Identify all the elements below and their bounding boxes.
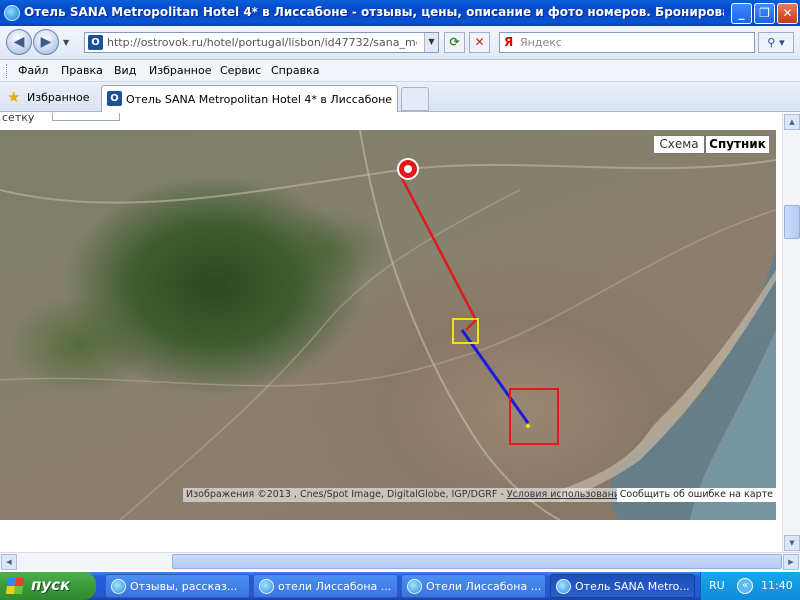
menu-favorites[interactable]: Избранное [149,64,211,77]
taskbar-item-label: отели Лиссабона ... [278,580,392,593]
site-favicon-icon: O [88,35,103,50]
address-bar: ◀ ▶ ▼ O http://ostrovok.ru/hotel/portuga… [0,26,800,60]
taskbar-item-label: Отель SANA Metro... [575,580,690,593]
start-label: пуск [31,576,71,594]
search-button[interactable]: ⚲ ▾ [758,32,794,53]
taskbar-item-label: Отели Лиссабона ... [426,580,542,593]
hotel-box-red[interactable] [509,388,559,445]
maximize-button[interactable]: ❐ [754,3,775,24]
menu-view[interactable]: Вид [114,64,136,77]
tab-active[interactable]: O Отель SANA Metropolitan Hotel 4* в Лис… [101,85,398,112]
windows-logo-icon [5,578,25,594]
menu-bar: Файл Правка Вид Избранное Сервис Справка [0,60,800,82]
system-tray: RU « 11:40 [700,572,800,600]
horizontal-scrollbar[interactable]: ◀ ▶ [0,552,800,570]
browser-window: Отель SANA Metropolitan Hotel 4* в Лисса… [0,0,800,572]
page-content: сетку Схема Спутник Изображения ©2013 , … [0,113,782,553]
taskbar-item[interactable]: Отзывы, рассказ... [105,574,250,598]
forward-button[interactable]: ▶ [33,29,59,55]
favorites-button[interactable]: Избранное [27,91,89,104]
history-dropdown-icon[interactable]: ▼ [63,38,69,47]
favorites-star-icon[interactable]: ★ [7,88,20,106]
close-button[interactable]: ✕ [777,3,798,24]
attribution-text: Изображения ©2013 , Cnes/Spot Image, Dig… [186,489,507,500]
page-text-fragment: сетку [2,113,35,124]
back-button[interactable]: ◀ [6,29,32,55]
new-tab-button[interactable] [401,87,429,111]
favorites-bar: ★ Избранное O Отель SANA Metropolitan Ho… [0,82,800,112]
url-text[interactable]: http://ostrovok.ru/hotel/portugal/lisbon… [107,36,417,49]
search-placeholder: Яндекс [520,36,562,49]
vertical-scroll-thumb[interactable] [784,205,800,239]
ie-icon [4,5,20,21]
url-field[interactable]: O http://ostrovok.ru/hotel/portugal/lisb… [84,32,439,53]
location-marker-icon[interactable] [397,158,419,180]
terms-link[interactable]: Условия использования [507,489,626,500]
hotel-dot-icon [526,424,530,428]
window-title: Отель SANA Metropolitan Hotel 4* в Лисса… [24,5,724,19]
map-overlay [0,130,776,520]
taskbar-item[interactable]: отели Лиссабона ... [253,574,398,598]
taskbar-item-label: Отзывы, рассказ... [130,580,238,593]
menu-edit[interactable]: Правка [61,64,103,77]
taskbar-item-active[interactable]: Отель SANA Metro... [550,574,695,598]
menu-tools[interactable]: Сервис [220,64,261,77]
satellite-map[interactable]: Схема Спутник Изображения ©2013 , Cnes/S… [0,130,776,520]
refresh-button[interactable]: ⟳ [444,32,465,53]
tab-favicon-icon: O [107,91,122,106]
url-dropdown-icon[interactable]: ▼ [424,33,438,52]
ie-icon [556,579,571,594]
tab-title: Отель SANA Metropolitan Hotel 4* в Лисса… [126,93,394,106]
scroll-right-icon[interactable]: ▶ [783,554,799,570]
taskbar: пуск Отзывы, рассказ... отели Лиссабона … [0,572,800,600]
map-attribution: Изображения ©2013 , Cnes/Spot Image, Dig… [183,488,776,502]
clock: 11:40 [761,579,793,592]
menu-file[interactable]: Файл [18,64,48,77]
walking-route-line [403,183,478,321]
taskbar-item[interactable]: Отели Лиссабона ... [401,574,546,598]
scroll-up-icon[interactable]: ▲ [784,114,800,130]
toolbar-grip[interactable] [6,64,9,78]
search-input[interactable]: Я Яндекс [499,32,755,53]
scroll-down-icon[interactable]: ▼ [784,535,800,551]
stop-button[interactable]: ✕ [469,32,490,53]
vertical-scrollbar[interactable]: ▲ ▼ [782,113,800,553]
page-box-fragment [52,113,120,121]
horizontal-scroll-thumb[interactable] [172,554,782,569]
report-error-link[interactable]: Сообщить об ошибке на карте [616,488,776,502]
language-indicator[interactable]: RU [709,579,725,592]
minimize-button[interactable]: _ [731,3,752,24]
ie-icon [111,579,126,594]
ie-icon [259,579,274,594]
tray-expand-icon[interactable]: « [737,578,753,594]
yandex-logo-icon: Я [504,35,514,49]
start-button[interactable]: пуск [0,572,96,600]
ie-icon [407,579,422,594]
title-bar: Отель SANA Metropolitan Hotel 4* в Лисса… [0,0,800,26]
menu-help[interactable]: Справка [271,64,319,77]
map-mode-scheme[interactable]: Схема [653,135,705,154]
map-mode-satellite[interactable]: Спутник [705,135,770,154]
scroll-left-icon[interactable]: ◀ [1,554,17,570]
search-icon: ⚲ [767,36,776,49]
